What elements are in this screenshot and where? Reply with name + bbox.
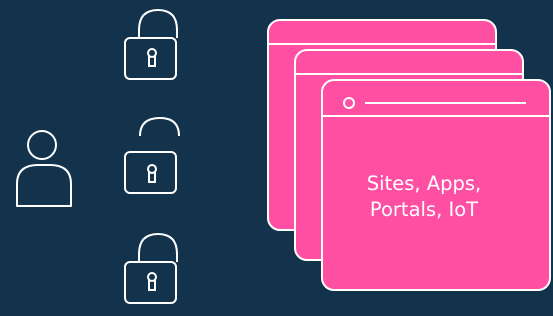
padlock-locked-icon <box>124 232 178 304</box>
padlock-locked-icon <box>124 8 178 80</box>
caption-line-2: Portals, IoT <box>369 198 479 221</box>
access-diagram: Sites, Apps, Portals, IoT <box>0 0 553 316</box>
window-caption: Sites, Apps, Portals, IoT <box>360 171 488 223</box>
diagram-art <box>16 8 551 304</box>
caption-line-1: Sites, Apps, <box>366 172 482 195</box>
padlock-unlocked-icon <box>124 116 180 194</box>
user-icon <box>16 130 72 207</box>
